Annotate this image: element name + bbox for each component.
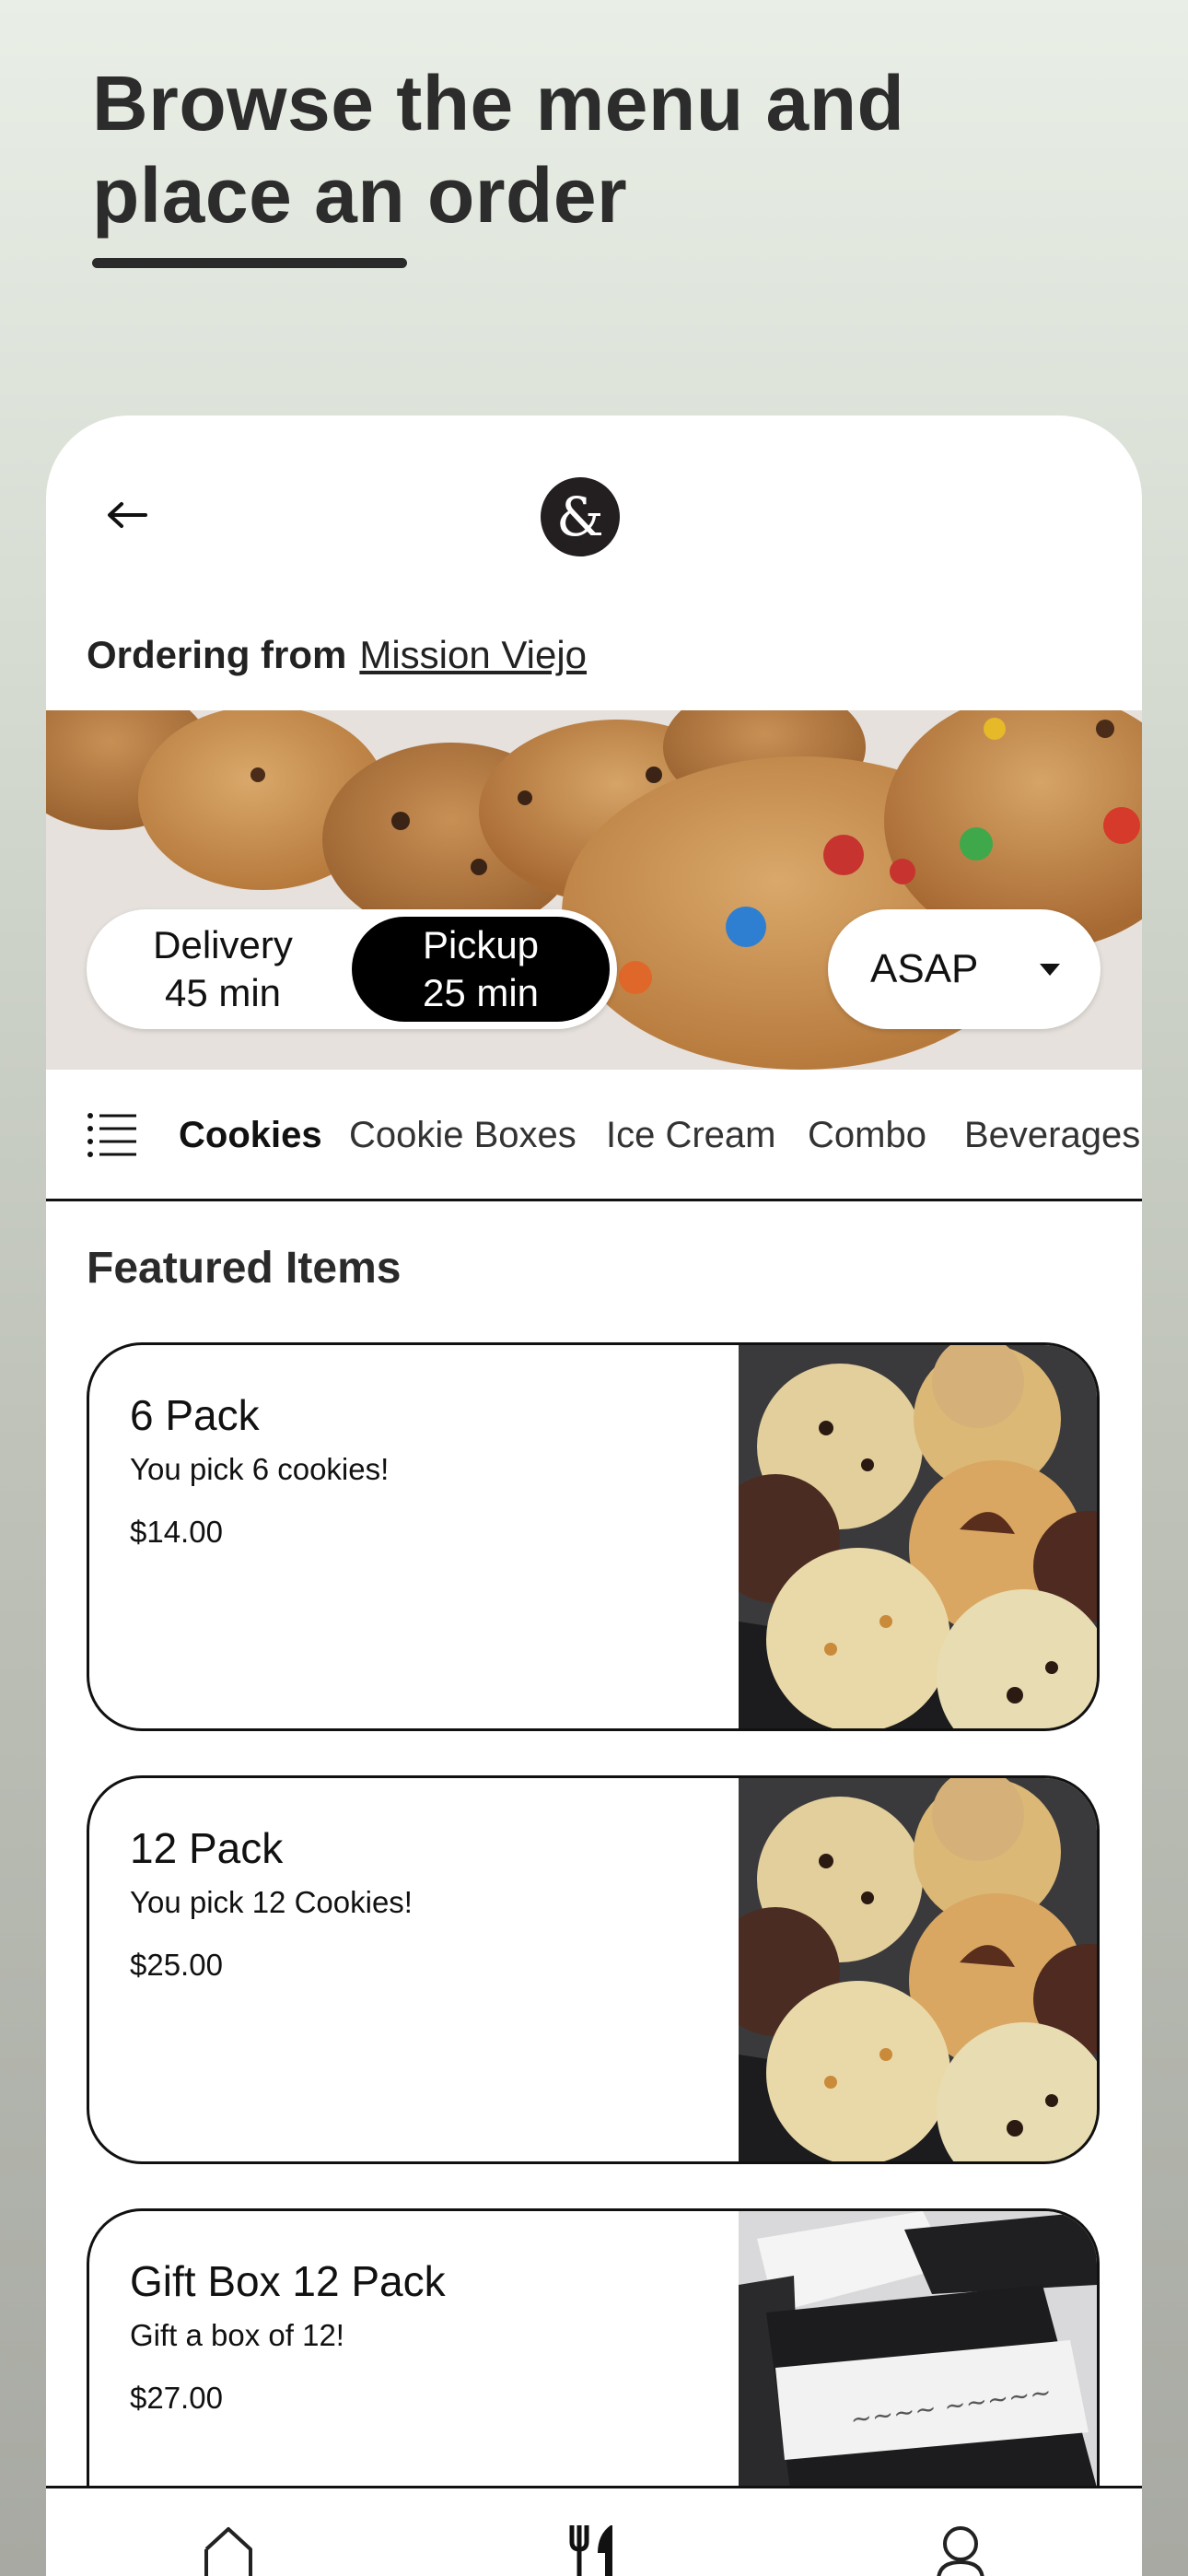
location-link[interactable]: Mission Viejo — [359, 633, 587, 676]
menu-list-icon[interactable] — [87, 1112, 138, 1158]
item-title: 12 Pack — [130, 1824, 284, 1872]
pickup-time: 25 min — [422, 971, 540, 1014]
home-icon[interactable] — [203, 2525, 254, 2576]
app-screen: & Ordering from Mission Viejo Delivery 4… — [46, 416, 1142, 2576]
arrow-left-icon — [108, 502, 147, 528]
item-image — [739, 1778, 1097, 2161]
cookie-box-photo — [739, 1345, 1097, 1728]
delivery-label: Delivery — [153, 923, 293, 966]
card-text: 12 Pack You pick 12 Cookies! $25.00 — [130, 1822, 413, 1983]
user-icon[interactable] — [935, 2525, 986, 2576]
item-price: $25.00 — [130, 1948, 223, 1982]
cookie-box-photo — [739, 1778, 1097, 2161]
category-bar: Cookies Cookie Boxes Ice Cream Combo Bev… — [46, 1070, 1142, 1201]
tab-combo[interactable]: Combo — [808, 1070, 926, 1201]
back-button[interactable] — [99, 487, 155, 543]
item-title: Gift Box 12 Pack — [130, 2257, 446, 2305]
headline-line-1: Browse the menu and — [92, 60, 905, 146]
ordering-label: Ordering from — [87, 633, 347, 676]
menu-item-card[interactable]: 12 Pack You pick 12 Cookies! $25.00 — [87, 1775, 1100, 2164]
item-price: $14.00 — [130, 1515, 223, 1549]
item-image — [739, 1345, 1097, 1728]
item-description: Gift a box of 12! — [130, 2318, 344, 2352]
item-price: $27.00 — [130, 2381, 223, 2415]
tab-cookie-boxes[interactable]: Cookie Boxes — [349, 1070, 577, 1201]
schedule-dropdown[interactable]: ASAP — [828, 909, 1101, 1029]
fulfillment-toggle: Delivery 45 min Pickup 25 min — [87, 909, 617, 1029]
item-image: ~~~~ ~~~~~ — [739, 2211, 1097, 2522]
section-title: Featured Items — [87, 1244, 402, 1293]
item-description: You pick 6 cookies! — [130, 1452, 390, 1486]
caret-down-icon — [1040, 963, 1060, 976]
utensils-icon[interactable] — [566, 2525, 616, 2576]
tab-ice-cream[interactable]: Ice Cream — [606, 1070, 776, 1201]
ordering-from: Ordering from Mission Viejo — [87, 633, 587, 677]
item-description: You pick 12 Cookies! — [130, 1885, 413, 1919]
pickup-option[interactable]: Pickup 25 min — [352, 917, 610, 1022]
delivery-time: 45 min — [164, 971, 282, 1014]
tab-cookies[interactable]: Cookies — [179, 1070, 322, 1201]
bottom-nav — [46, 2486, 1142, 2576]
logo-glyph: & — [556, 486, 604, 548]
page-headline: Browse the menu and place an order — [92, 57, 904, 241]
schedule-value: ASAP — [870, 946, 979, 991]
delivery-option[interactable]: Delivery 45 min — [94, 917, 352, 1022]
card-text: Gift Box 12 Pack Gift a box of 12! $27.0… — [130, 2255, 446, 2416]
headline-underline — [92, 258, 407, 268]
hero-banner: Delivery 45 min Pickup 25 min ASAP — [46, 710, 1142, 1070]
gift-box-photo: ~~~~ ~~~~~ — [739, 2211, 1097, 2522]
brand-logo: & — [541, 477, 620, 556]
headline-line-2: place an order — [92, 152, 628, 239]
pickup-label: Pickup — [422, 923, 540, 966]
menu-item-card[interactable]: Gift Box 12 Pack Gift a box of 12! $27.0… — [87, 2208, 1100, 2522]
card-text: 6 Pack You pick 6 cookies! $14.00 — [130, 1389, 389, 1550]
tab-beverages[interactable]: Beverages — [964, 1070, 1140, 1201]
menu-item-card[interactable]: 6 Pack You pick 6 cookies! $14.00 — [87, 1342, 1100, 1731]
item-title: 6 Pack — [130, 1391, 260, 1439]
